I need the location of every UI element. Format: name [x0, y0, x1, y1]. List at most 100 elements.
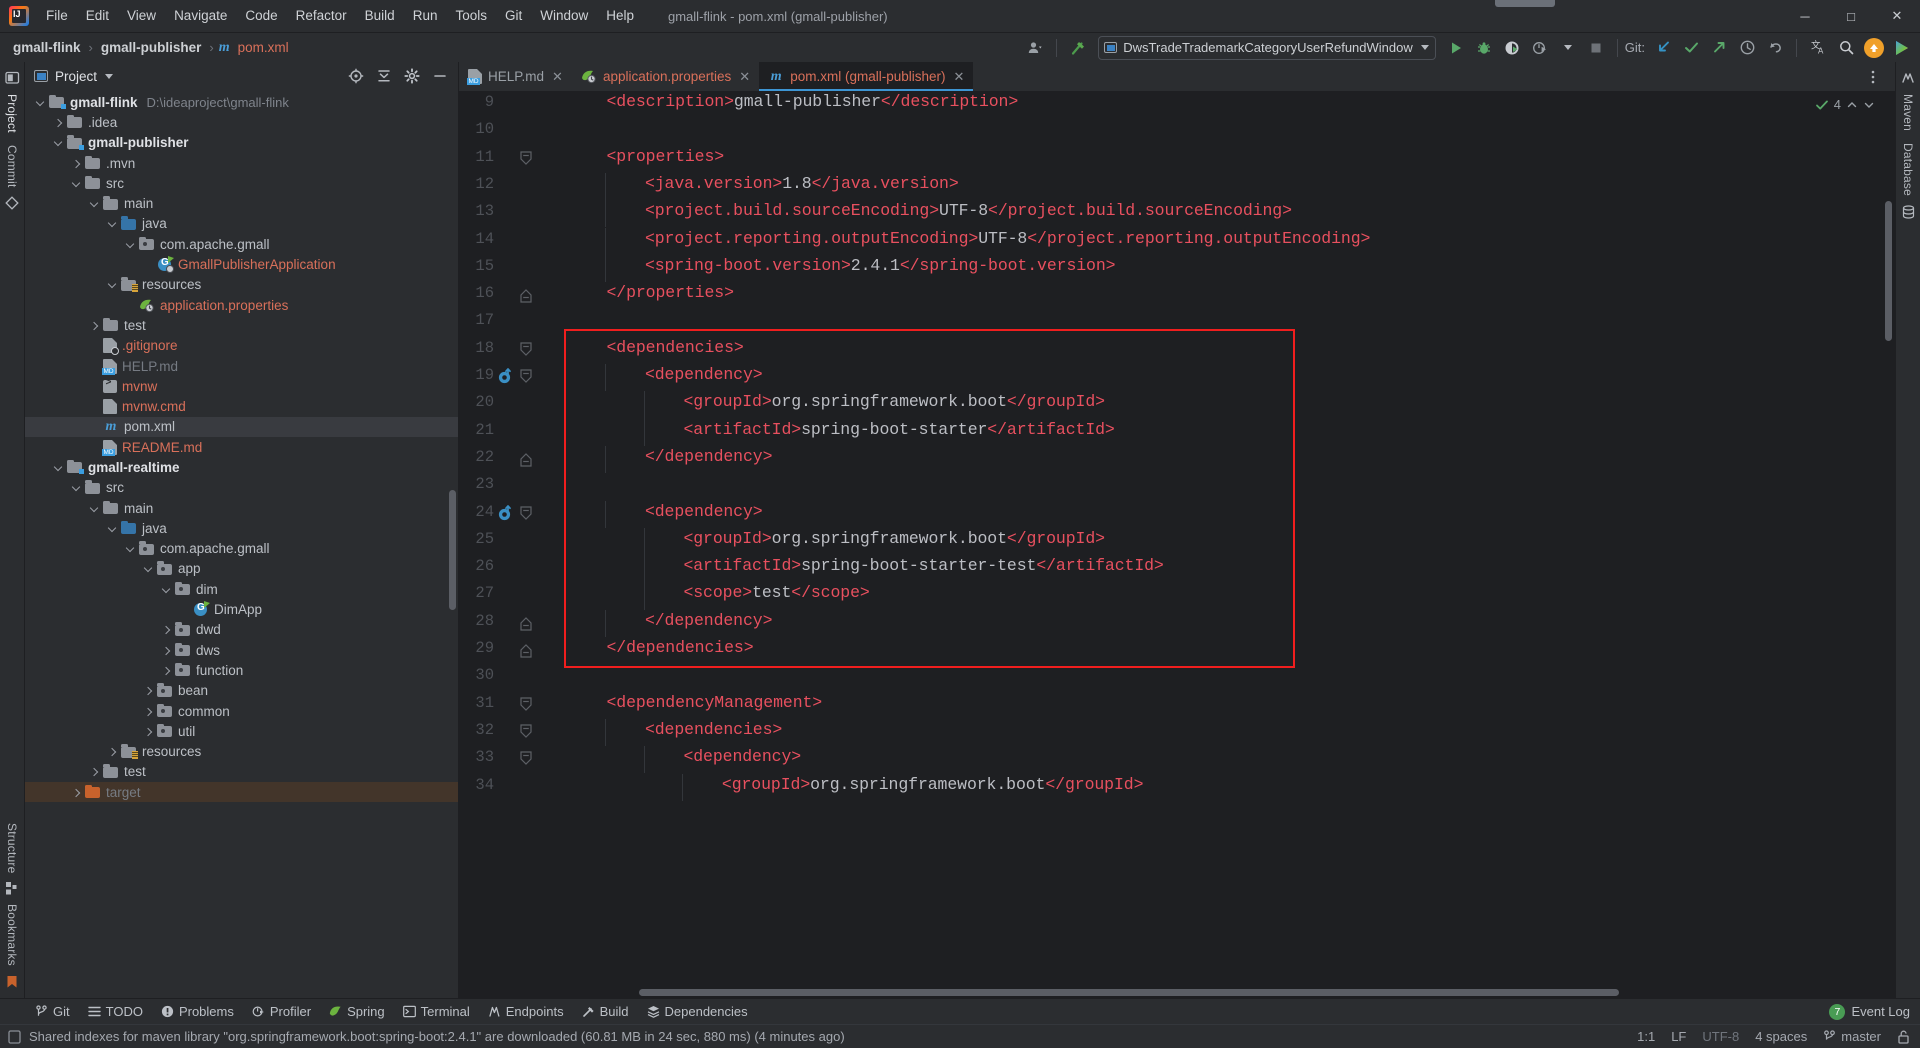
- spring-bean-gutter-icon[interactable]: [497, 368, 514, 385]
- tree-item-com-apache-gmall[interactable]: com.apache.gmall: [25, 234, 458, 254]
- code-fold-marker[interactable]: [519, 287, 533, 303]
- code-fold-marker[interactable]: [519, 642, 533, 658]
- project-tool-icon[interactable]: [5, 71, 20, 85]
- menu-item-git[interactable]: Git: [496, 4, 531, 28]
- locate-icon[interactable]: [342, 64, 370, 88]
- tree-item--idea[interactable]: .idea: [25, 112, 458, 132]
- tree-item-dwd[interactable]: dwd: [25, 620, 458, 640]
- indent-setting[interactable]: 4 spaces: [1755, 1029, 1807, 1044]
- tool-window-profiler[interactable]: Profiler: [243, 1002, 320, 1021]
- editor-tab-close-icon[interactable]: ✕: [739, 69, 750, 85]
- tree-item-com-apache-gmall[interactable]: com.apache.gmall: [25, 539, 458, 559]
- tree-item-app[interactable]: app: [25, 559, 458, 579]
- event-log-area[interactable]: 7 Event Log: [1829, 1004, 1920, 1020]
- build-hammer-icon[interactable]: [1064, 36, 1092, 60]
- tree-item-gmall-publisher[interactable]: gmall-publisher: [25, 133, 458, 153]
- editor-tab-close-icon[interactable]: ✕: [953, 69, 964, 85]
- tree-collapse-arrow-icon[interactable]: [161, 584, 172, 595]
- git-branch-widget[interactable]: master: [1823, 1029, 1881, 1044]
- tool-window-terminal[interactable]: Terminal: [394, 1002, 479, 1021]
- editor-tab-help-md[interactable]: MDHELP.md✕: [459, 62, 572, 91]
- code-fold-marker[interactable]: [519, 724, 533, 740]
- window-controls[interactable]: ─ □ ✕: [1782, 0, 1920, 32]
- tree-expand-arrow-icon[interactable]: [161, 665, 172, 676]
- structure-tool-icon[interactable]: [6, 882, 19, 895]
- sidebar-item-bookmarks[interactable]: Bookmarks: [5, 898, 19, 972]
- tree-item-main[interactable]: main: [25, 498, 458, 518]
- tree-expand-arrow-icon[interactable]: [71, 158, 82, 169]
- tool-window-dependencies[interactable]: Dependencies: [638, 1002, 757, 1021]
- tool-window-spring[interactable]: Spring: [320, 1002, 394, 1021]
- sidebar-item-maven[interactable]: Maven: [1901, 88, 1915, 137]
- tree-collapse-arrow-icon[interactable]: [143, 563, 154, 574]
- tree-item-resources[interactable]: resources: [25, 275, 458, 295]
- run-configuration-selector[interactable]: DwsTradeTrademarkCategoryUserRefundWindo…: [1098, 36, 1435, 60]
- tree-expand-arrow-icon[interactable]: [71, 787, 82, 798]
- inspection-widget[interactable]: 4: [1815, 97, 1875, 112]
- notifications-icon[interactable]: [1860, 36, 1888, 60]
- tree-expand-arrow-icon[interactable]: [161, 645, 172, 656]
- code-fold-marker[interactable]: [519, 369, 533, 385]
- window-drag-handle[interactable]: [1495, 0, 1555, 7]
- tree-expand-arrow-icon[interactable]: [107, 746, 118, 757]
- tree-collapse-arrow-icon[interactable]: [89, 503, 100, 514]
- sidebar-item-commit[interactable]: Commit: [5, 139, 19, 194]
- commit-tool-icon[interactable]: [5, 196, 19, 210]
- translate-icon[interactable]: 文A: [1804, 36, 1832, 60]
- menu-item-help[interactable]: Help: [597, 4, 643, 28]
- maven-tool-icon[interactable]: [1901, 71, 1915, 85]
- history-icon[interactable]: [1733, 36, 1761, 60]
- tree-expand-arrow-icon[interactable]: [143, 706, 154, 717]
- tree-item--mvn[interactable]: .mvn: [25, 153, 458, 173]
- chevron-down-icon[interactable]: [105, 74, 113, 79]
- code-content[interactable]: <description>gmall-publisher</descriptio…: [544, 91, 1881, 998]
- menu-item-edit[interactable]: Edit: [77, 4, 118, 28]
- tree-item-dim[interactable]: dim: [25, 579, 458, 599]
- tool-window-problems[interactable]: Problems: [152, 1002, 243, 1021]
- tree-item-dws[interactable]: dws: [25, 640, 458, 660]
- tree-item-help-md[interactable]: MDHELP.md: [25, 356, 458, 376]
- tree-expand-arrow-icon[interactable]: [53, 117, 64, 128]
- menu-item-refactor[interactable]: Refactor: [287, 4, 356, 28]
- tree-item-test[interactable]: test: [25, 315, 458, 335]
- tree-item-mvnw-cmd[interactable]: mvnw.cmd: [25, 396, 458, 416]
- tree-item-util[interactable]: util: [25, 721, 458, 741]
- minimize-button[interactable]: ─: [1782, 0, 1828, 32]
- tree-expand-arrow-icon[interactable]: [143, 685, 154, 696]
- menu-item-code[interactable]: Code: [236, 4, 286, 28]
- project-tree[interactable]: gmall-flinkD:\ideaproject\gmall-flink.id…: [25, 90, 458, 998]
- settings-gear-icon[interactable]: [398, 64, 426, 88]
- tree-collapse-arrow-icon[interactable]: [53, 462, 64, 473]
- user-avatar-icon[interactable]: [1021, 36, 1049, 60]
- editor-tab-pom-xml[interactable]: mpom.xml (gmall-publisher)✕: [759, 62, 973, 91]
- project-tree-scrollbar[interactable]: [449, 490, 456, 610]
- menu-item-file[interactable]: File: [37, 4, 77, 28]
- editor-tab-close-icon[interactable]: ✕: [552, 69, 563, 85]
- vertical-scrollbar[interactable]: [1885, 201, 1892, 341]
- code-fold-marker[interactable]: [519, 697, 533, 713]
- menu-item-window[interactable]: Window: [531, 4, 597, 28]
- run-icon[interactable]: [1442, 36, 1470, 60]
- bookmark-icon[interactable]: [6, 975, 18, 989]
- tree-item-java[interactable]: java: [25, 518, 458, 538]
- file-encoding[interactable]: UTF-8: [1702, 1029, 1739, 1044]
- spring-bean-gutter-icon[interactable]: [497, 505, 514, 522]
- sidebar-item-project[interactable]: Project: [5, 88, 19, 139]
- chevron-down-icon[interactable]: [1554, 36, 1582, 60]
- tree-collapse-arrow-icon[interactable]: [107, 523, 118, 534]
- breadcrumb-project[interactable]: gmall-flink: [10, 39, 84, 56]
- tool-window-build[interactable]: Build: [573, 1002, 638, 1021]
- tree-item-gmall-flink[interactable]: gmall-flinkD:\ideaproject\gmall-flink: [25, 92, 458, 112]
- menu-bar[interactable]: FileEditViewNavigateCodeRefactorBuildRun…: [37, 0, 643, 32]
- tree-item-test[interactable]: test: [25, 762, 458, 782]
- tree-item-main[interactable]: main: [25, 193, 458, 213]
- tree-expand-arrow-icon[interactable]: [89, 320, 100, 331]
- tree-collapse-arrow-icon[interactable]: [71, 482, 82, 493]
- tree-item-bean[interactable]: bean: [25, 681, 458, 701]
- tree-item-dimapp[interactable]: DimApp: [25, 599, 458, 619]
- caret-position[interactable]: 1:1: [1637, 1029, 1655, 1044]
- hide-panel-icon[interactable]: [426, 64, 454, 88]
- tree-collapse-arrow-icon[interactable]: [125, 543, 136, 554]
- code-fold-marker[interactable]: [519, 615, 533, 631]
- tree-item--gitignore[interactable]: .gitignore: [25, 336, 458, 356]
